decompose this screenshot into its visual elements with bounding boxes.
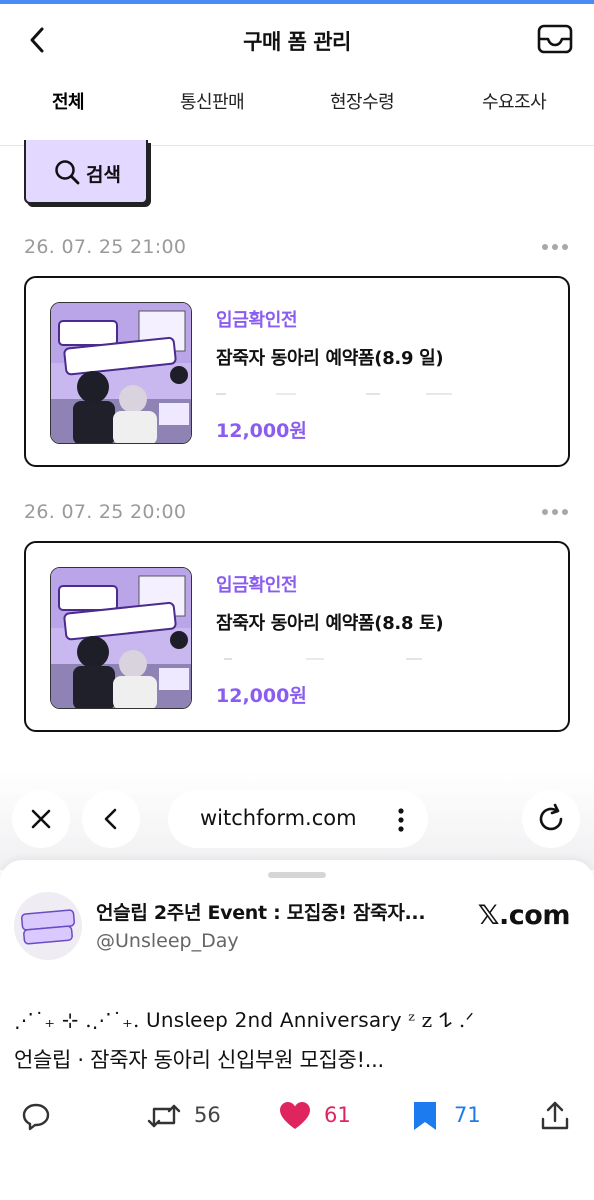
bookmark-count: 71 [454, 1103, 481, 1127]
chevron-left-icon [104, 808, 117, 830]
search-icon [55, 160, 80, 185]
tab-all[interactable]: 전체 [52, 88, 85, 114]
payment-status: 입금확인전 [216, 575, 298, 596]
inbox-icon [537, 24, 573, 54]
tweet-text-line: ⋰˙₊ ⊹ .⋰˙₊. 𝖴𝗇𝗌𝗅𝖾𝖾𝗉 𝟤𝗇𝖽 𝖠𝗇𝗇𝗂𝗏𝖾𝗋𝗌𝖺𝗋𝗒 ᶻ z … [14, 1008, 475, 1032]
url-bar[interactable]: witchform.com [168, 790, 428, 848]
tab-onsite-pickup[interactable]: 현장수령 [330, 88, 395, 114]
close-browser-button[interactable] [12, 790, 70, 848]
browser-back-button[interactable] [82, 790, 140, 848]
page-title: 구매 폼 관리 [243, 30, 351, 54]
retweet-button[interactable]: 56 [146, 1100, 236, 1132]
tweet-author-name: 언슬립 2주년 Event : 모집중! 잠죽자... [96, 902, 426, 924]
like-count: 61 [324, 1103, 351, 1127]
order-date: 26. 07. 25 20:00 [24, 501, 187, 523]
form-title: 잠죽자 동아리 예약폼(8.8 토) [216, 613, 444, 634]
tab-mail-order[interactable]: 통신판매 [180, 88, 245, 114]
share-button[interactable] [540, 1100, 572, 1132]
url-text: witchform.com [200, 806, 357, 830]
more-options-button[interactable] [542, 244, 568, 252]
sheet-drag-handle[interactable] [268, 872, 326, 878]
price: 12,000원 [216, 685, 307, 707]
avatar [14, 892, 82, 960]
event-poster-thumbnail [50, 567, 192, 709]
filter-tabs: 전체 통신판매 현장수령 수요조사 [0, 74, 594, 147]
browser-toolbar: witchform.com [0, 770, 594, 870]
share-icon [541, 1101, 569, 1130]
tab-demand-survey[interactable]: 수요조사 [482, 88, 547, 114]
search-button[interactable]: 검색 [24, 140, 148, 204]
event-poster-thumbnail [50, 302, 192, 444]
link-preview-sheet: 언슬립 2주년 Event : 모집중! 잠죽자... @Unsleep_Day… [0, 860, 594, 1200]
reload-button[interactable] [522, 790, 580, 848]
payment-status: 입금확인전 [216, 310, 298, 331]
reply-button[interactable] [20, 1100, 54, 1132]
heart-icon [280, 1102, 310, 1129]
more-vertical-icon[interactable] [398, 808, 404, 832]
app-header: 구매 폼 관리 [0, 4, 594, 74]
reply-icon [22, 1103, 50, 1131]
retweet-icon [147, 1104, 181, 1128]
order-card[interactable]: 입금확인전 잠죽자 동아리 예약폼(8.8 토) 12,000원 [24, 541, 570, 732]
inbox-button[interactable] [536, 22, 574, 56]
price: 12,000원 [216, 420, 307, 442]
blurred-text [216, 382, 456, 395]
bookmark-icon [414, 1102, 436, 1130]
close-icon [31, 809, 51, 829]
order-date: 26. 07. 25 21:00 [24, 236, 187, 258]
retweet-count: 56 [194, 1103, 221, 1127]
order-card[interactable]: 입금확인전 잠죽자 동아리 예약폼(8.9 일) 12,000원 [24, 276, 570, 467]
form-title: 잠죽자 동아리 예약폼(8.9 일) [216, 348, 444, 369]
like-button[interactable]: 61 [278, 1100, 358, 1132]
bookmark-button[interactable]: 71 [412, 1100, 492, 1132]
search-label: 검색 [86, 164, 121, 186]
more-options-button[interactable] [542, 509, 568, 517]
tweet-author-handle: @Unsleep_Day [96, 930, 239, 952]
reload-icon [539, 803, 563, 831]
tweet-text-line: 언슬립 · 잠죽자 동아리 신입부원 모집중!... [14, 1048, 384, 1072]
blurred-text [216, 647, 456, 660]
x-logo[interactable]: 𝕏.com [478, 900, 571, 931]
